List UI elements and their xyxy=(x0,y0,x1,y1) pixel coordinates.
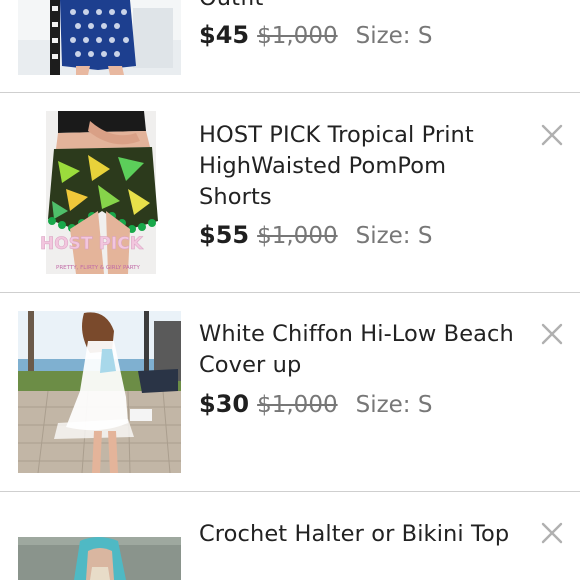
item-title[interactable]: Outfit xyxy=(199,0,519,14)
list-item[interactable]: White Chiffon Hi-Low Beach Cover up $30 $… xyxy=(0,293,580,491)
thumb-footer-text: PRETTY, FLIRTY & GIRLY PARTY xyxy=(56,265,141,271)
item-original-price: $1,000 xyxy=(257,392,338,418)
item-price-line: $30 $1,000 Size: S xyxy=(199,389,432,420)
list-item[interactable]: Outfit $45 $1,000 Size: S xyxy=(0,0,580,92)
item-size: Size: S xyxy=(355,392,433,418)
item-size: Size: S xyxy=(355,23,433,49)
item-price: $30 xyxy=(199,390,250,418)
close-icon[interactable] xyxy=(539,520,565,546)
list-item[interactable]: HOST PICK PRETTY, FLIRTY & GIRLY PARTY H… xyxy=(0,93,580,292)
item-price: $45 xyxy=(199,21,250,49)
item-original-price: $1,000 xyxy=(257,223,338,249)
item-thumbnail[interactable] xyxy=(18,0,181,75)
item-title[interactable]: HOST PICK Tropical Print HighWaisted Pom… xyxy=(199,120,519,213)
list-item[interactable]: Crochet Halter or Bikini Top xyxy=(0,492,580,580)
item-thumbnail[interactable]: HOST PICK PRETTY, FLIRTY & GIRLY PARTY xyxy=(18,111,181,274)
item-thumbnail[interactable] xyxy=(18,311,181,473)
item-price-line: $45 $1,000 Size: S xyxy=(199,20,432,51)
item-original-price: $1,000 xyxy=(257,23,338,49)
item-title[interactable]: White Chiffon Hi-Low Beach Cover up xyxy=(199,319,519,381)
item-price: $55 xyxy=(199,221,250,249)
item-price-line: $55 $1,000 Size: S xyxy=(199,220,432,251)
listing-list: Outfit $45 $1,000 Size: S xyxy=(0,0,580,580)
thumb-overlay-text: HOST PICK xyxy=(40,234,144,254)
item-title[interactable]: Crochet Halter or Bikini Top xyxy=(199,519,519,550)
item-size: Size: S xyxy=(355,223,433,249)
close-icon[interactable] xyxy=(539,321,565,347)
item-thumbnail[interactable] xyxy=(18,511,181,580)
close-icon[interactable] xyxy=(539,122,565,148)
